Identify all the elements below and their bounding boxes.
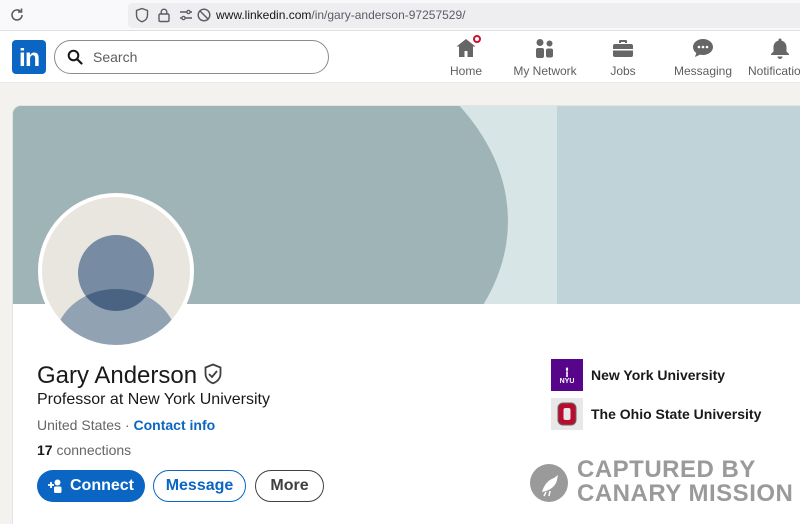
nav-home-label: Home — [449, 64, 482, 78]
education-item-osu[interactable]: The Ohio State University — [551, 398, 761, 430]
connect-button[interactable]: Connect — [37, 470, 145, 502]
verified-shield-icon[interactable] — [203, 363, 223, 385]
connections-count[interactable]: 17 connections — [37, 442, 131, 458]
more-button[interactable]: More — [255, 470, 324, 502]
tracking-blocked-icon[interactable] — [196, 7, 212, 23]
browser-toolbar: www.linkedin.com/in/gary-anderson-972575… — [0, 0, 800, 31]
canary-mission-watermark: CAPTURED BY CANARY MISSION — [530, 458, 800, 508]
nav-notifications-label: Notifications — [748, 64, 800, 78]
url-text[interactable]: www.linkedin.com/in/gary-anderson-972575… — [216, 8, 465, 22]
nav-my-network-label: My Network — [513, 64, 577, 78]
profile-location: United States — [37, 417, 122, 433]
watermark-line2: CANARY MISSION — [577, 480, 794, 507]
profile-location-row: United States · Contact info — [37, 417, 216, 433]
watermark-line1: CAPTURED BY — [577, 456, 756, 483]
notification-badge — [471, 33, 483, 45]
home-icon — [454, 33, 483, 60]
network-icon — [533, 36, 557, 60]
shield-icon[interactable] — [134, 7, 150, 23]
nav-jobs[interactable]: Jobs — [606, 36, 640, 80]
search-box[interactable] — [54, 40, 329, 74]
briefcase-icon — [611, 36, 635, 60]
search-icon — [67, 49, 83, 65]
search-input[interactable] — [93, 46, 313, 68]
nav-jobs-label: Jobs — [610, 64, 636, 78]
ohio-state-logo — [551, 398, 583, 430]
permissions-icon[interactable] — [178, 7, 194, 23]
linkedin-nav: in Home My Network — [0, 31, 800, 83]
education-name-nyu: New York University — [591, 367, 726, 383]
nav-messaging-label: Messaging — [673, 64, 733, 78]
canary-bird-icon — [530, 464, 568, 502]
message-button[interactable]: Message — [153, 470, 246, 502]
bell-icon — [768, 36, 792, 60]
lock-icon[interactable] — [156, 7, 172, 23]
nav-my-network[interactable]: My Network — [510, 36, 580, 80]
nav-home[interactable]: Home — [446, 33, 486, 80]
education-name-osu: The Ohio State University — [591, 406, 762, 422]
block-o-icon — [557, 402, 577, 426]
torch-icon — [565, 366, 569, 377]
nav-messaging[interactable]: Messaging — [672, 36, 734, 80]
linkedin-logo[interactable]: in — [12, 40, 46, 74]
reload-icon[interactable] — [8, 6, 26, 24]
profile-name: Gary Anderson — [37, 362, 198, 389]
profile-headline: Professor at New York University — [37, 391, 270, 408]
nyu-logo: NYU — [551, 359, 583, 391]
profile-avatar[interactable] — [38, 193, 194, 349]
chat-icon — [691, 36, 715, 60]
nav-notifications[interactable]: Notifications — [748, 36, 800, 80]
education-item-nyu[interactable]: NYU New York University — [551, 359, 725, 391]
contact-info-link[interactable]: Contact info — [134, 417, 216, 433]
add-person-icon — [48, 479, 62, 493]
url-bar[interactable]: www.linkedin.com/in/gary-anderson-972575… — [128, 3, 800, 28]
